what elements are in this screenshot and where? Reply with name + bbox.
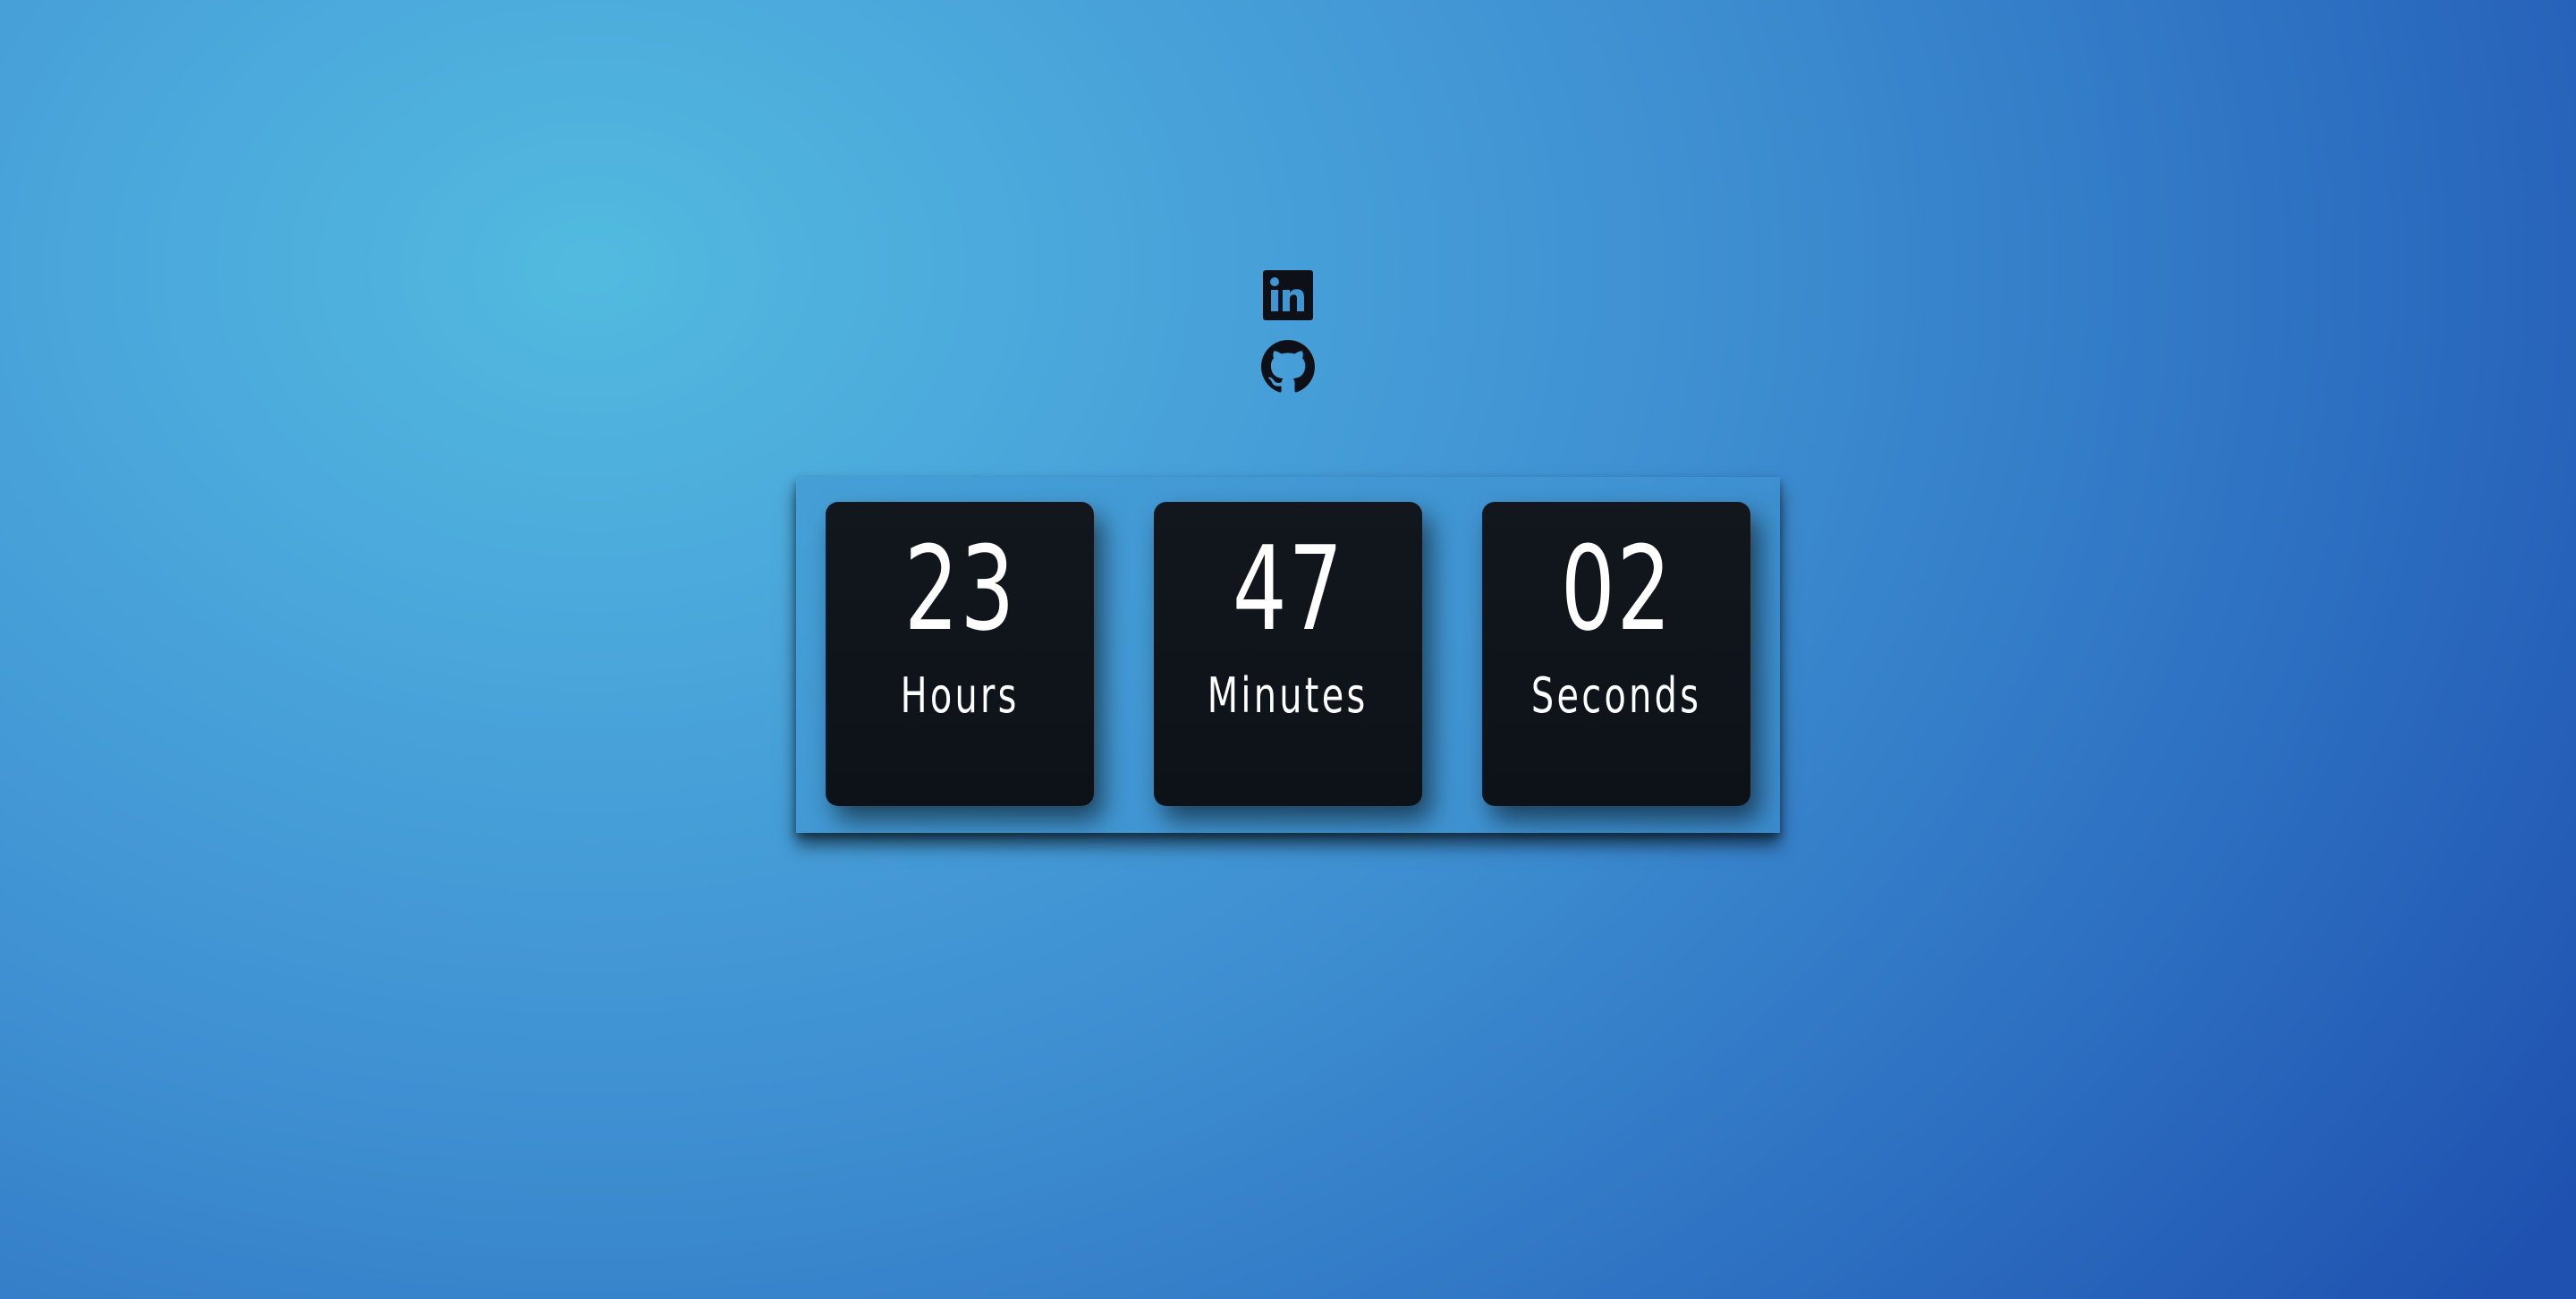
github-icon (1261, 340, 1315, 393)
seconds-value: 02 (1560, 521, 1673, 657)
social-links (1261, 268, 1315, 394)
hours-value: 23 (903, 521, 1016, 657)
seconds-label: Seconds (1530, 667, 1702, 724)
minutes-value: 47 (1232, 521, 1344, 657)
seconds-tile: 02 Seconds (1482, 502, 1750, 806)
countdown-panel: 23 Hours 47 Minutes 02 Seconds (796, 477, 1780, 833)
github-link[interactable] (1261, 340, 1315, 394)
hours-label: Hours (900, 667, 1020, 724)
minutes-tile: 47 Minutes (1154, 502, 1422, 806)
minutes-label: Minutes (1208, 667, 1368, 724)
linkedin-icon (1263, 270, 1313, 320)
hours-tile: 23 Hours (826, 502, 1094, 806)
linkedin-link[interactable] (1261, 268, 1315, 322)
